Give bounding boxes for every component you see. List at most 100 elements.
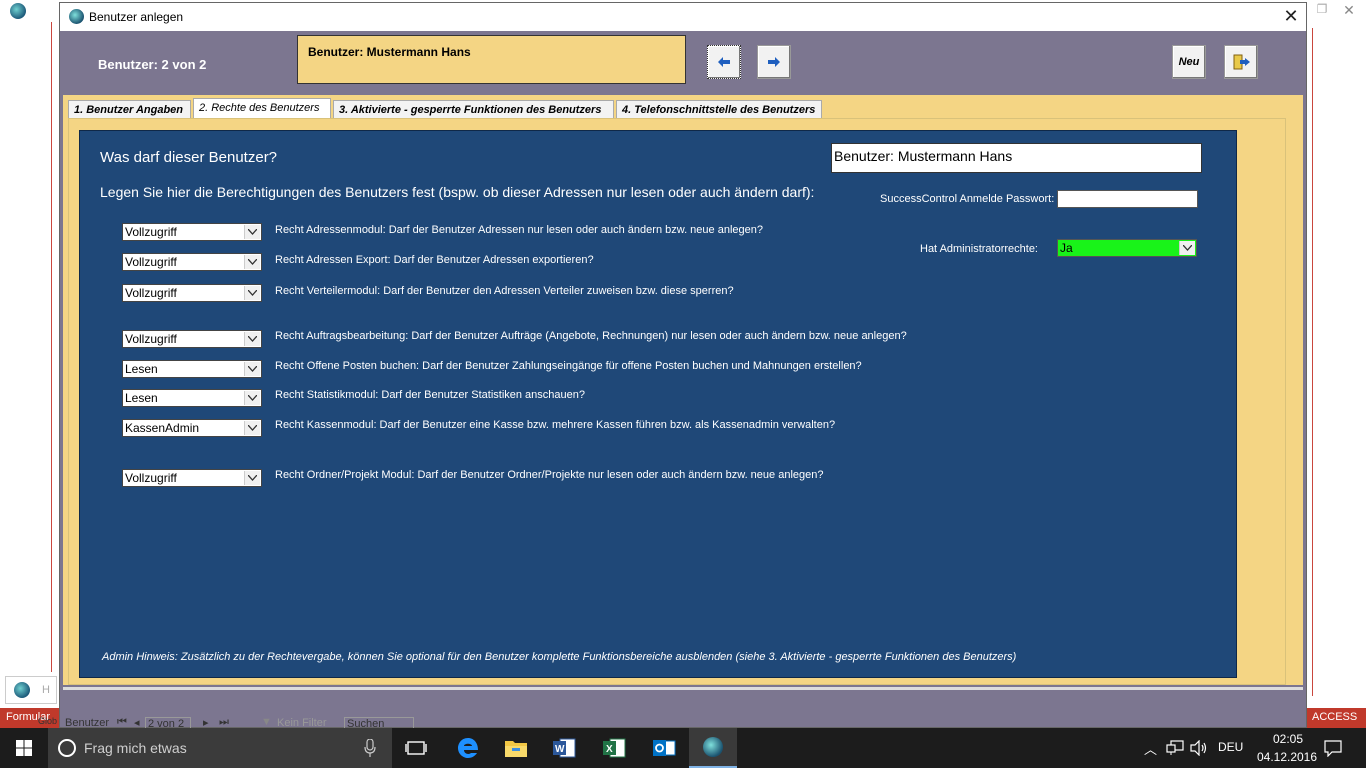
permission-orders-select[interactable]: Vollzugriff <box>122 330 262 348</box>
permission-value: Vollzugriff <box>125 225 177 239</box>
admin-rights-select[interactable]: Ja <box>1057 239 1197 257</box>
record-navigator: Benutzer ⏮ ◂ 2 von 2 ▸ ⏭ ▼ Kein Filter S… <box>59 717 459 728</box>
background-right-area <box>1312 28 1366 696</box>
admin-rights-label: Hat Administratorrechte: <box>920 243 1038 255</box>
permission-folder-label: Recht Ordner/Projekt Modul: Darf der Ben… <box>275 469 824 481</box>
permission-statistics-label: Recht Statistikmodul: Darf der Benutzer … <box>275 389 585 401</box>
tab-user-details[interactable]: 1. Benutzer Angaben <box>68 100 191 119</box>
user-name-display: Benutzer: Mustermann Hans <box>831 143 1202 173</box>
restore-icon[interactable]: ❐ <box>1310 2 1334 20</box>
input-language[interactable]: DEU <box>1218 740 1243 754</box>
dialog-footer-divider <box>63 687 1303 690</box>
chevron-down-icon[interactable] <box>244 421 260 435</box>
taskbar: Frag mich etwas W X ︿ DEU 02:05 04.12.20… <box>0 728 1366 768</box>
background-left-area <box>0 22 52 672</box>
last-record-icon[interactable]: ⏭ <box>219 717 229 728</box>
permission-cash-label: Recht Kassenmodul: Darf der Benutzer ein… <box>275 419 836 431</box>
previous-record-button[interactable] <box>707 45 741 79</box>
permission-address-select[interactable]: Vollzugriff <box>122 223 262 241</box>
search-placeholder: Frag mich etwas <box>84 740 187 756</box>
permission-address-export-select[interactable]: Vollzugriff <box>122 253 262 271</box>
volume-icon[interactable] <box>1190 740 1208 756</box>
first-record-icon[interactable]: ⏮ <box>117 717 127 728</box>
excel-icon[interactable]: X <box>590 728 638 768</box>
permission-open-items-label: Recht Offene Posten buchen: Darf der Ben… <box>275 360 862 372</box>
file-explorer-icon[interactable] <box>492 728 540 768</box>
outlook-icon[interactable] <box>640 728 688 768</box>
prev-record-icon[interactable]: ◂ <box>134 717 140 728</box>
chevron-down-icon[interactable] <box>244 471 260 485</box>
record-nav-position[interactable]: 2 von 2 <box>145 717 191 728</box>
header-user-name: Benutzer: Mustermann Hans <box>297 35 686 84</box>
word-icon[interactable]: W <box>540 728 588 768</box>
close-icon[interactable]: ✕ <box>1278 5 1304 29</box>
chevron-down-icon[interactable] <box>244 255 260 269</box>
permission-value: Lesen <box>125 362 158 376</box>
arrow-left-icon <box>718 57 730 67</box>
edge-icon[interactable] <box>444 728 492 768</box>
app-logo-icon <box>10 3 26 19</box>
permission-distribution-select[interactable]: Vollzugriff <box>122 284 262 302</box>
status-bar-right: ACCESS <box>1306 708 1366 728</box>
record-nav-label: Benutzer <box>65 717 110 728</box>
tab-user-rights[interactable]: 2. Rechte des Benutzers <box>193 98 331 119</box>
access-app-icon[interactable] <box>689 728 737 768</box>
close-icon[interactable]: ✕ <box>1336 2 1362 20</box>
minimized-form-label: H <box>42 684 50 696</box>
admin-note: Admin Hinweis: Zusätzlich zu der Rechtev… <box>102 651 1017 663</box>
chevron-down-icon[interactable] <box>1179 241 1195 255</box>
exit-button[interactable] <box>1224 45 1258 79</box>
start-button[interactable] <box>0 728 48 768</box>
new-user-button[interactable]: Neu <box>1172 45 1206 79</box>
clock-date[interactable]: 04.12.2016 <box>1252 750 1322 764</box>
dialog-titlebar: Benutzer anlegen ✕ <box>60 3 1306 31</box>
cortana-icon <box>58 739 76 757</box>
status-bar-sub: Glob <box>38 716 58 726</box>
chevron-down-icon[interactable] <box>244 286 260 300</box>
app-logo-icon <box>14 682 30 698</box>
permission-distribution-label: Recht Verteilermodul: Darf der Benutzer … <box>275 285 734 297</box>
password-label: SuccessControl Anmelde Passwort: <box>880 193 1055 205</box>
chevron-down-icon[interactable] <box>244 332 260 346</box>
chevron-down-icon[interactable] <box>244 225 260 239</box>
permission-value: Vollzugriff <box>125 332 177 346</box>
tab-functions[interactable]: 3. Aktivierte - gesperrte Funktionen des… <box>333 100 614 119</box>
record-count: Benutzer: 2 von 2 <box>98 57 207 72</box>
microphone-icon[interactable] <box>364 739 376 757</box>
permission-value: Vollzugriff <box>125 286 177 300</box>
password-input[interactable] <box>1057 190 1198 208</box>
arrow-right-icon <box>768 57 780 67</box>
svg-text:X: X <box>606 744 613 755</box>
permission-value: Vollzugriff <box>125 255 177 269</box>
filter-icon: ▼ <box>261 717 272 728</box>
taskbar-search[interactable]: Frag mich etwas <box>48 728 392 768</box>
admin-rights-value: Ja <box>1060 241 1073 255</box>
panel-subtitle: Legen Sie hier die Berechtigungen des Be… <box>100 184 815 200</box>
chevron-down-icon[interactable] <box>244 391 260 405</box>
panel-title: Was darf dieser Benutzer? <box>100 149 278 166</box>
app-logo-icon <box>69 9 84 24</box>
permission-folder-select[interactable]: Vollzugriff <box>122 469 262 487</box>
system-tray: ︿ DEU 02:05 04.12.2016 <box>1136 728 1366 768</box>
permission-address-export-label: Recht Adressen Export: Darf der Benutzer… <box>275 254 594 266</box>
chevron-down-icon[interactable] <box>244 362 260 376</box>
notifications-icon[interactable] <box>1324 739 1342 757</box>
permission-cash-select[interactable]: KassenAdmin <box>122 419 262 437</box>
record-nav-search[interactable]: Suchen <box>344 717 414 728</box>
permission-open-items-select[interactable]: Lesen <box>122 360 262 378</box>
permission-orders-label: Recht Auftragsbearbeitung: Darf der Benu… <box>275 330 907 342</box>
svg-text:W: W <box>555 744 565 755</box>
tab-phone-interface[interactable]: 4. Telefonschnittstelle des Benutzers <box>616 100 822 119</box>
next-record-icon[interactable]: ▸ <box>203 717 209 728</box>
chevron-up-icon[interactable]: ︿ <box>1144 739 1157 758</box>
exit-door-icon <box>1233 54 1250 70</box>
record-nav-filter[interactable]: Kein Filter <box>277 717 327 728</box>
task-view-icon[interactable] <box>392 728 440 768</box>
permission-value: Lesen <box>125 391 158 405</box>
windows-logo-icon <box>16 740 32 756</box>
clock-time[interactable]: 02:05 <box>1258 732 1318 746</box>
network-icon[interactable] <box>1166 740 1184 756</box>
next-record-button[interactable] <box>757 45 791 79</box>
permission-value: KassenAdmin <box>125 421 200 435</box>
permission-statistics-select[interactable]: Lesen <box>122 389 262 407</box>
